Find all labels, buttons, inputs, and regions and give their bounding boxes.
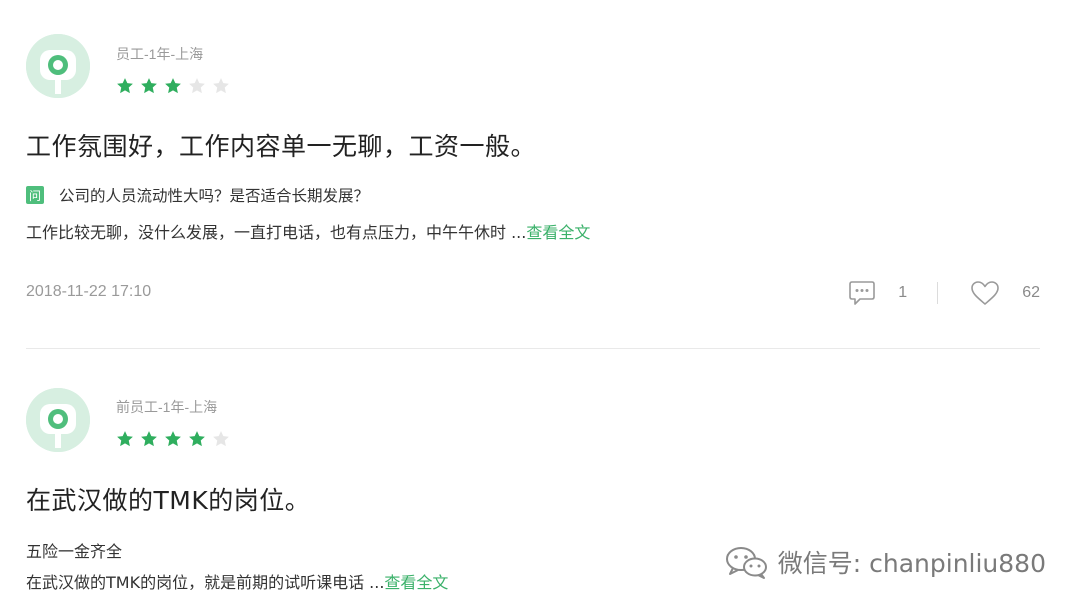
star-filled-icon [141,431,157,447]
review-body-text: 工作比较无聊，没什么发展，一直打电话，也有点压力，中午午休时 ... [26,223,527,242]
avatar-icon [26,388,90,452]
star-empty-icon [189,78,205,94]
review-highlight: 五险一金齐全 [26,542,123,561]
reviewer-meta: 前员工-1年-上海 [116,399,218,415]
question-badge: 问 [26,186,44,204]
comment-icon[interactable] [848,280,876,306]
view-full-link[interactable]: 查看全文 [384,573,448,592]
action-separator [937,282,939,304]
star-empty-icon [213,78,229,94]
rating-stars [116,77,230,95]
review-body: 在武汉做的TMK的岗位，就是前期的试听课电话 ...查看全文 [26,569,448,593]
review-title[interactable]: 在武汉做的TMK的岗位。 [26,481,310,517]
wechat-watermark: 微信号: chanpinliu880 [724,544,1046,580]
like-count: 62 [1022,284,1040,301]
comment-count: 1 [898,284,908,301]
star-filled-icon [165,78,181,94]
review-date: 2018-11-22 17:10 [26,283,152,300]
star-filled-icon [141,78,157,94]
question-text: 公司的人员流动性大吗？是否适合长期发展？ [59,187,370,205]
view-full-link[interactable]: 查看全文 [526,223,590,242]
rating-stars [116,430,230,448]
watermark-text: 微信号: chanpinliu880 [777,549,1046,578]
review-title[interactable]: 工作氛围好，工作内容单一无聊，工资一般。 [26,127,536,163]
question-row: 问 公司的人员流动性大吗？是否适合长期发展？ [26,184,369,206]
avatar[interactable] [26,34,90,98]
star-filled-icon [117,431,133,447]
wechat-icon [725,547,767,579]
review-body-text: 在武汉做的TMK的岗位，就是前期的试听课电话 ... [26,573,385,592]
review-actions: 1 62 [848,278,1040,308]
heart-icon[interactable] [970,280,1000,306]
star-filled-icon [165,431,181,447]
review-divider [26,348,1040,349]
star-filled-icon [117,78,133,94]
review-body: 工作比较无聊，没什么发展，一直打电话，也有点压力，中午午休时 ...查看全文 [26,219,590,243]
avatar-icon [26,34,90,98]
avatar[interactable] [26,388,90,452]
star-empty-icon [213,431,229,447]
reviewer-meta: 员工-1年-上海 [116,46,204,62]
star-filled-icon [189,431,205,447]
